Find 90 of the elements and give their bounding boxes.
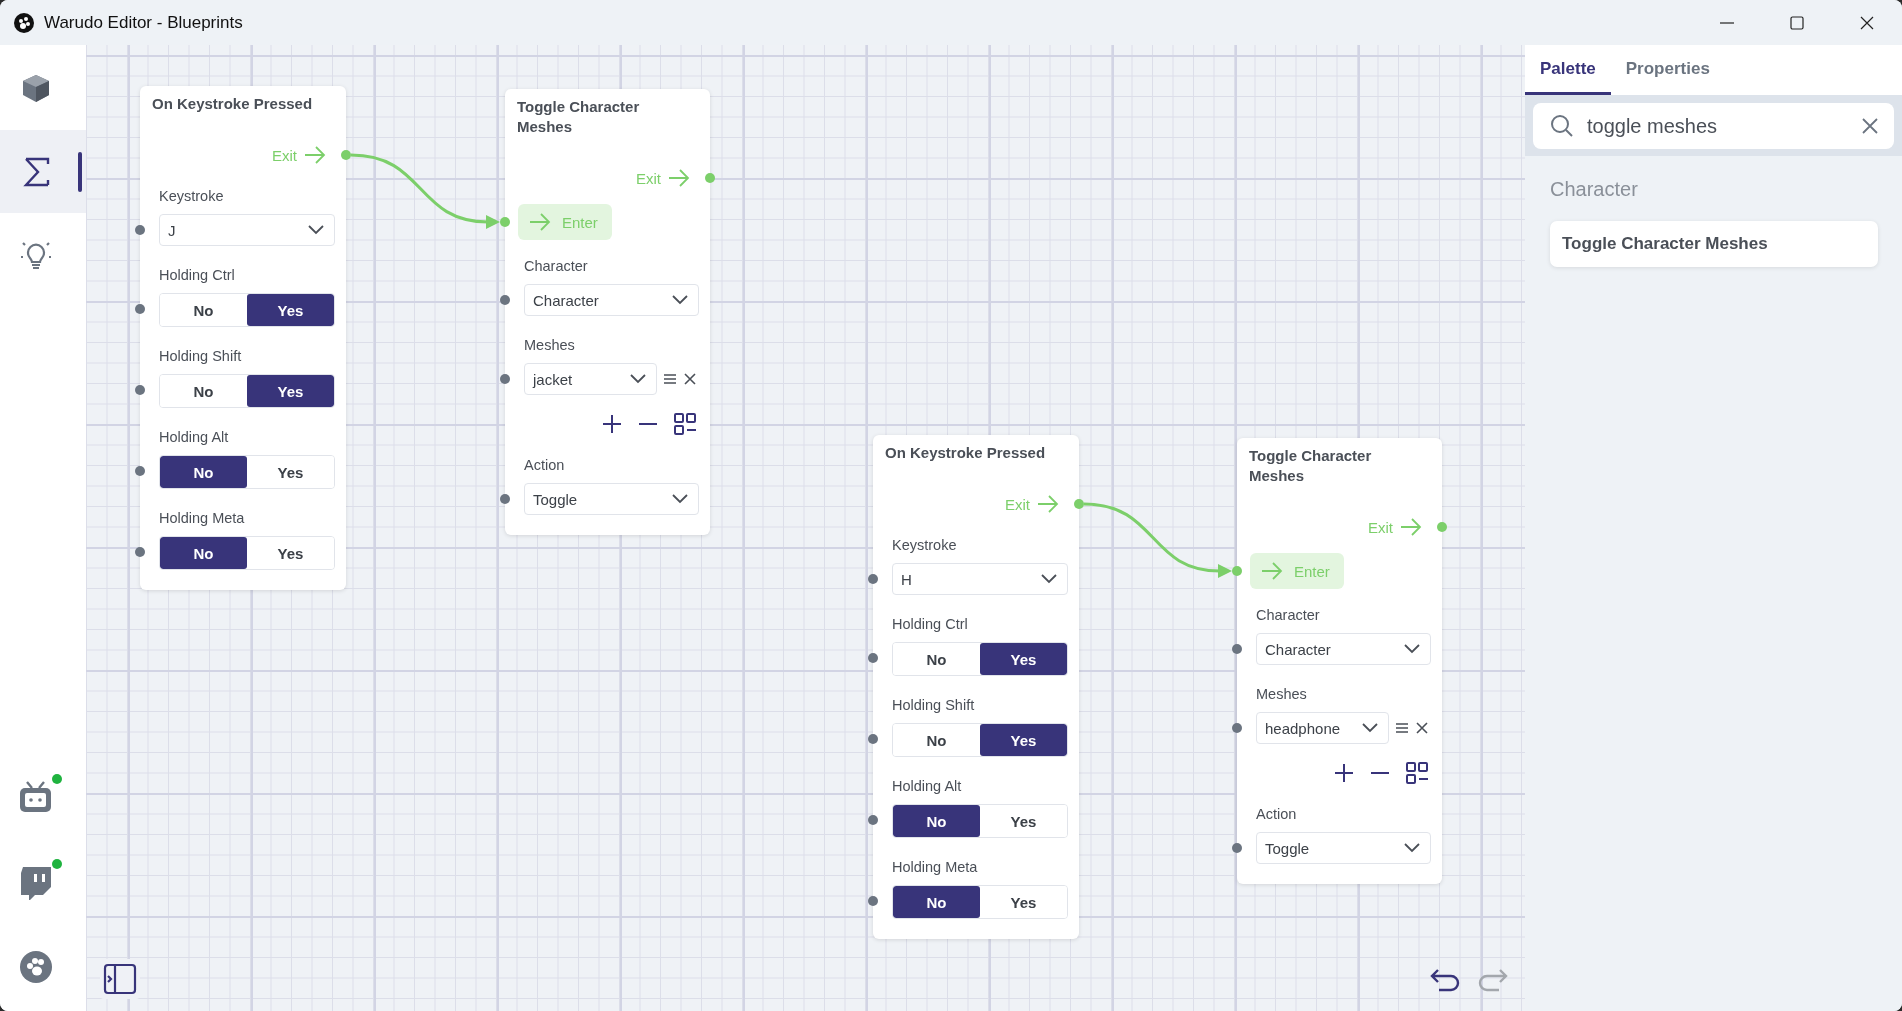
node-title: On Keystroke Pressed: [885, 443, 1047, 463]
dropdown[interactable]: Toggle: [524, 483, 699, 515]
field-label: Character: [524, 257, 589, 276]
field-label: Holding Ctrl: [159, 266, 236, 285]
panel-toggle-button[interactable]: [100, 959, 140, 999]
grid-view-icon[interactable]: [674, 412, 697, 436]
chat-bubble-icon: [18, 864, 54, 900]
input-port-dot[interactable]: [135, 225, 145, 235]
drag-handle-icon[interactable]: [663, 372, 677, 386]
toggle-option[interactable]: Yes: [247, 294, 334, 326]
input-port-dot[interactable]: [500, 295, 510, 305]
exit-port-dot[interactable]: [705, 173, 715, 183]
node-title: Toggle Character Meshes: [517, 97, 641, 137]
exit-label: Exit: [1005, 495, 1030, 513]
dropdown[interactable]: H: [892, 563, 1068, 595]
field-label: Holding Alt: [159, 428, 230, 447]
exit-label: Exit: [636, 169, 661, 187]
input-port-dot[interactable]: [868, 815, 878, 825]
toggle-option[interactable]: No: [893, 805, 980, 837]
exit-port-dot[interactable]: [1074, 499, 1084, 509]
maximize-icon: [1789, 14, 1805, 31]
plus-icon[interactable]: [602, 414, 622, 434]
grid-view-icon[interactable]: [1406, 761, 1429, 785]
field-label: Keystroke: [159, 187, 225, 206]
field-label: Action: [524, 456, 566, 475]
exit-label: Exit: [272, 146, 297, 164]
app-logo-icon: [13, 11, 35, 34]
input-port-dot[interactable]: [135, 547, 145, 557]
tv-robot-icon: [18, 779, 54, 815]
field-label: Meshes: [1256, 685, 1308, 704]
exit-port-dot[interactable]: [341, 150, 351, 160]
dropdown[interactable]: Toggle: [1256, 832, 1431, 864]
minimize-icon: [1720, 21, 1734, 24]
input-port-dot[interactable]: [500, 374, 510, 384]
enter-label: Enter: [1294, 562, 1330, 580]
input-port-dot[interactable]: [868, 574, 878, 584]
field-label: Action: [1256, 805, 1298, 824]
toggle-option[interactable]: No: [893, 886, 980, 918]
dropdown[interactable]: Character: [1256, 633, 1431, 665]
dropdown[interactable]: J: [159, 214, 335, 246]
exit-label: Exit: [1368, 518, 1393, 536]
remove-item-icon[interactable]: [1415, 721, 1429, 735]
field-label: Holding Ctrl: [892, 615, 969, 634]
field-label: Holding Shift: [892, 696, 976, 715]
field-label: Character: [1256, 606, 1321, 625]
palette-item[interactable]: Toggle Character Meshes: [1550, 221, 1878, 267]
toggle-option[interactable]: No: [160, 537, 247, 569]
search-field[interactable]: toggle meshes: [1533, 103, 1894, 149]
undo-button[interactable]: [1429, 967, 1461, 993]
remove-item-icon[interactable]: [683, 372, 697, 386]
input-port-dot[interactable]: [500, 494, 510, 504]
input-port-dot[interactable]: [868, 653, 878, 663]
field-label: Holding Alt: [892, 777, 963, 796]
plus-icon[interactable]: [1334, 763, 1354, 783]
field-label: Keystroke: [892, 536, 958, 555]
panel-tab[interactable]: Properties: [1610, 45, 1725, 95]
close-icon: [1859, 14, 1875, 31]
input-port-dot[interactable]: [1232, 723, 1242, 733]
input-port-dot[interactable]: [135, 385, 145, 395]
dropdown[interactable]: jacket: [524, 363, 657, 395]
toggle-option[interactable]: No: [160, 456, 247, 488]
field-label: Holding Meta: [159, 509, 246, 528]
clear-search-icon[interactable]: [1861, 117, 1879, 135]
redo-icon: [1477, 967, 1509, 993]
input-port-dot[interactable]: [868, 896, 878, 906]
dropdown[interactable]: Character: [524, 284, 699, 316]
toggle-option[interactable]: Yes: [980, 724, 1067, 756]
field-label: Holding Shift: [159, 347, 243, 366]
sidebar-item[interactable]: [0, 130, 86, 213]
field-label: Holding Meta: [892, 858, 979, 877]
toggle-option[interactable]: Yes: [980, 643, 1067, 675]
input-port-dot[interactable]: [868, 734, 878, 744]
undo-icon: [1429, 967, 1461, 993]
enter-label: Enter: [562, 213, 598, 231]
enter-port-dot[interactable]: [500, 217, 510, 227]
input-port-dot[interactable]: [135, 466, 145, 476]
group-heading: Character: [1550, 178, 1639, 201]
node-title: Toggle Character Meshes: [1249, 446, 1373, 486]
paw-icon: [18, 949, 54, 985]
input-port-dot[interactable]: [135, 304, 145, 314]
exit-port-dot[interactable]: [1437, 522, 1447, 532]
window-title: Warudo Editor - Blueprints: [44, 12, 243, 33]
drag-handle-icon[interactable]: [1395, 721, 1409, 735]
node-title: On Keystroke Pressed: [152, 94, 314, 114]
dropdown[interactable]: headphone: [1256, 712, 1389, 744]
input-port-dot[interactable]: [1232, 843, 1242, 853]
field-label: Meshes: [524, 336, 576, 355]
toggle-option[interactable]: Yes: [247, 375, 334, 407]
input-port-dot[interactable]: [1232, 644, 1242, 654]
enter-port-dot[interactable]: [1232, 566, 1242, 576]
